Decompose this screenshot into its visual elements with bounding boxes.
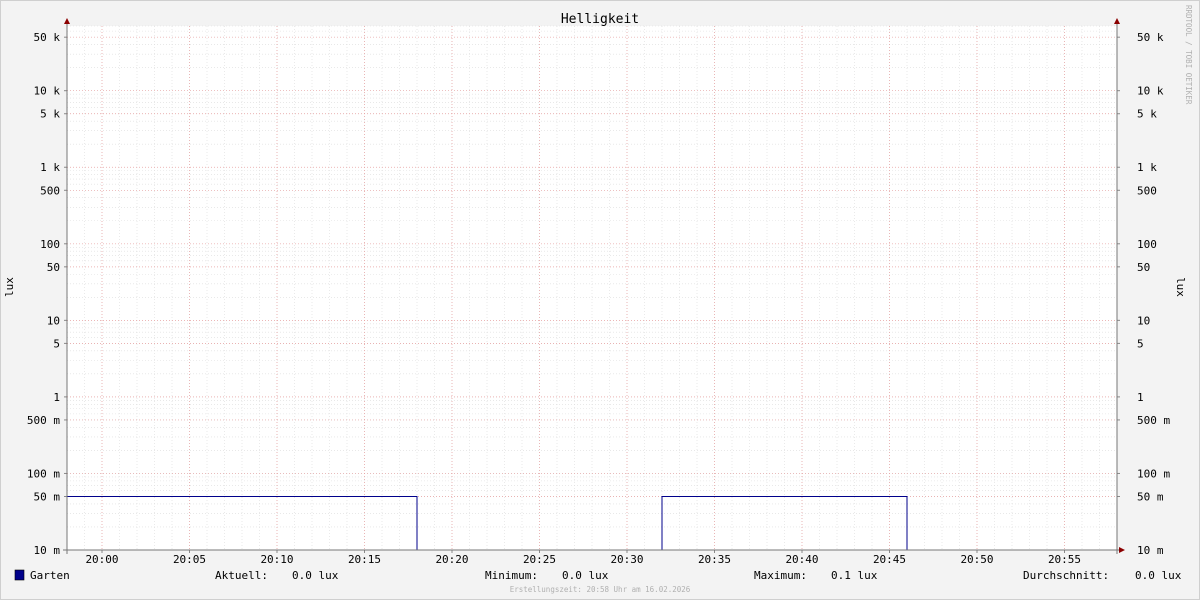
- y-tick-label-left: 10 m: [34, 544, 61, 557]
- x-tick-label: 20:30: [610, 553, 643, 566]
- y-tick-label-left: 5: [53, 337, 60, 350]
- y-tick-label-left: 100 m: [27, 467, 60, 480]
- x-tick-label: 20:55: [1048, 553, 1081, 566]
- x-tick-label: 20:15: [348, 553, 381, 566]
- stat-label-maximum: Maximum:: [754, 569, 807, 582]
- creation-time-footer: Erstellungszeit: 20:58 Uhr am 16.02.2026: [510, 585, 691, 594]
- x-tick-label: 20:35: [698, 553, 731, 566]
- x-tick-label: 20:20: [435, 553, 468, 566]
- y-tick-label-left: 50: [47, 261, 60, 274]
- stat-value-maximum: 0.1 lux: [831, 569, 878, 582]
- y-tick-label-right: 10: [1137, 314, 1150, 327]
- y-tick-label-right: 50 m: [1137, 490, 1164, 503]
- y-tick-label-right: 100 m: [1137, 467, 1170, 480]
- x-tick-label: 20:50: [960, 553, 993, 566]
- y-tick-label-right: 50 k: [1137, 31, 1164, 44]
- x-tick-label: 20:40: [785, 553, 818, 566]
- y-axis-arrow-right: [1114, 18, 1120, 24]
- legend-swatch: [14, 569, 25, 581]
- stat-label-current: Aktuell:: [215, 569, 268, 582]
- y-tick-label-left: 5 k: [40, 108, 60, 121]
- y-tick-label-left: 50 m: [34, 490, 61, 503]
- x-tick-label: 20:25: [523, 553, 556, 566]
- brightness-chart: 50 k 50 k10 k 10 k5 k5 k1 k1 k500 500100 100…: [3, 5, 1193, 594]
- y-tick-label-right: 5: [1137, 337, 1144, 350]
- x-tick-label: 20:05: [173, 553, 206, 566]
- y-tick-label-right: 50: [1137, 261, 1150, 274]
- y-tick-label-right: 100: [1137, 238, 1157, 251]
- stat-label-average: Durchschnitt:: [1023, 569, 1109, 582]
- y-tick-label-left: 100: [40, 238, 60, 251]
- x-tick-label: 20:10: [260, 553, 293, 566]
- y-axis-label-right: lux: [1174, 277, 1187, 297]
- y-tick-label-left: 500: [40, 184, 60, 197]
- y-tick-label-right: 500: [1137, 184, 1157, 197]
- y-tick-label-right: 5 k: [1137, 108, 1157, 121]
- legend-series-name: Garten: [30, 569, 70, 582]
- chart-title: Helligkeit: [561, 12, 639, 27]
- y-tick-label-right: 1: [1137, 391, 1144, 404]
- y-tick-label-right: 500 m: [1137, 414, 1170, 427]
- y-tick-label-left: 10: [47, 314, 60, 327]
- y-tick-label-left: 10 k: [34, 85, 61, 98]
- y-tick-label-right: 10 m: [1137, 544, 1164, 557]
- y-tick-label-right: 1 k: [1137, 161, 1157, 174]
- stat-value-current: 0.0 lux: [292, 569, 339, 582]
- rrdtool-watermark: RRDTOOL / TOBI OETIKER: [1184, 5, 1193, 105]
- y-tick-label-left: 500 m: [27, 414, 60, 427]
- y-tick-label-left: 1: [53, 391, 60, 404]
- stat-value-minimum: 0.0 lux: [562, 569, 609, 582]
- y-tick-label-left: 50 k: [34, 31, 61, 44]
- stat-value-average: 0.0 lux: [1135, 569, 1182, 582]
- x-axis-arrow: [1119, 547, 1125, 553]
- y-axis-label-left: lux: [3, 277, 16, 297]
- y-tick-label-right: 10 k: [1137, 85, 1164, 98]
- y-tick-label-left: 1 k: [40, 161, 60, 174]
- stat-label-minimum: Minimum:: [485, 569, 538, 582]
- x-tick-label: 20:45: [873, 553, 906, 566]
- y-axis-arrow-left: [64, 18, 70, 24]
- x-tick-label: 20:00: [85, 553, 118, 566]
